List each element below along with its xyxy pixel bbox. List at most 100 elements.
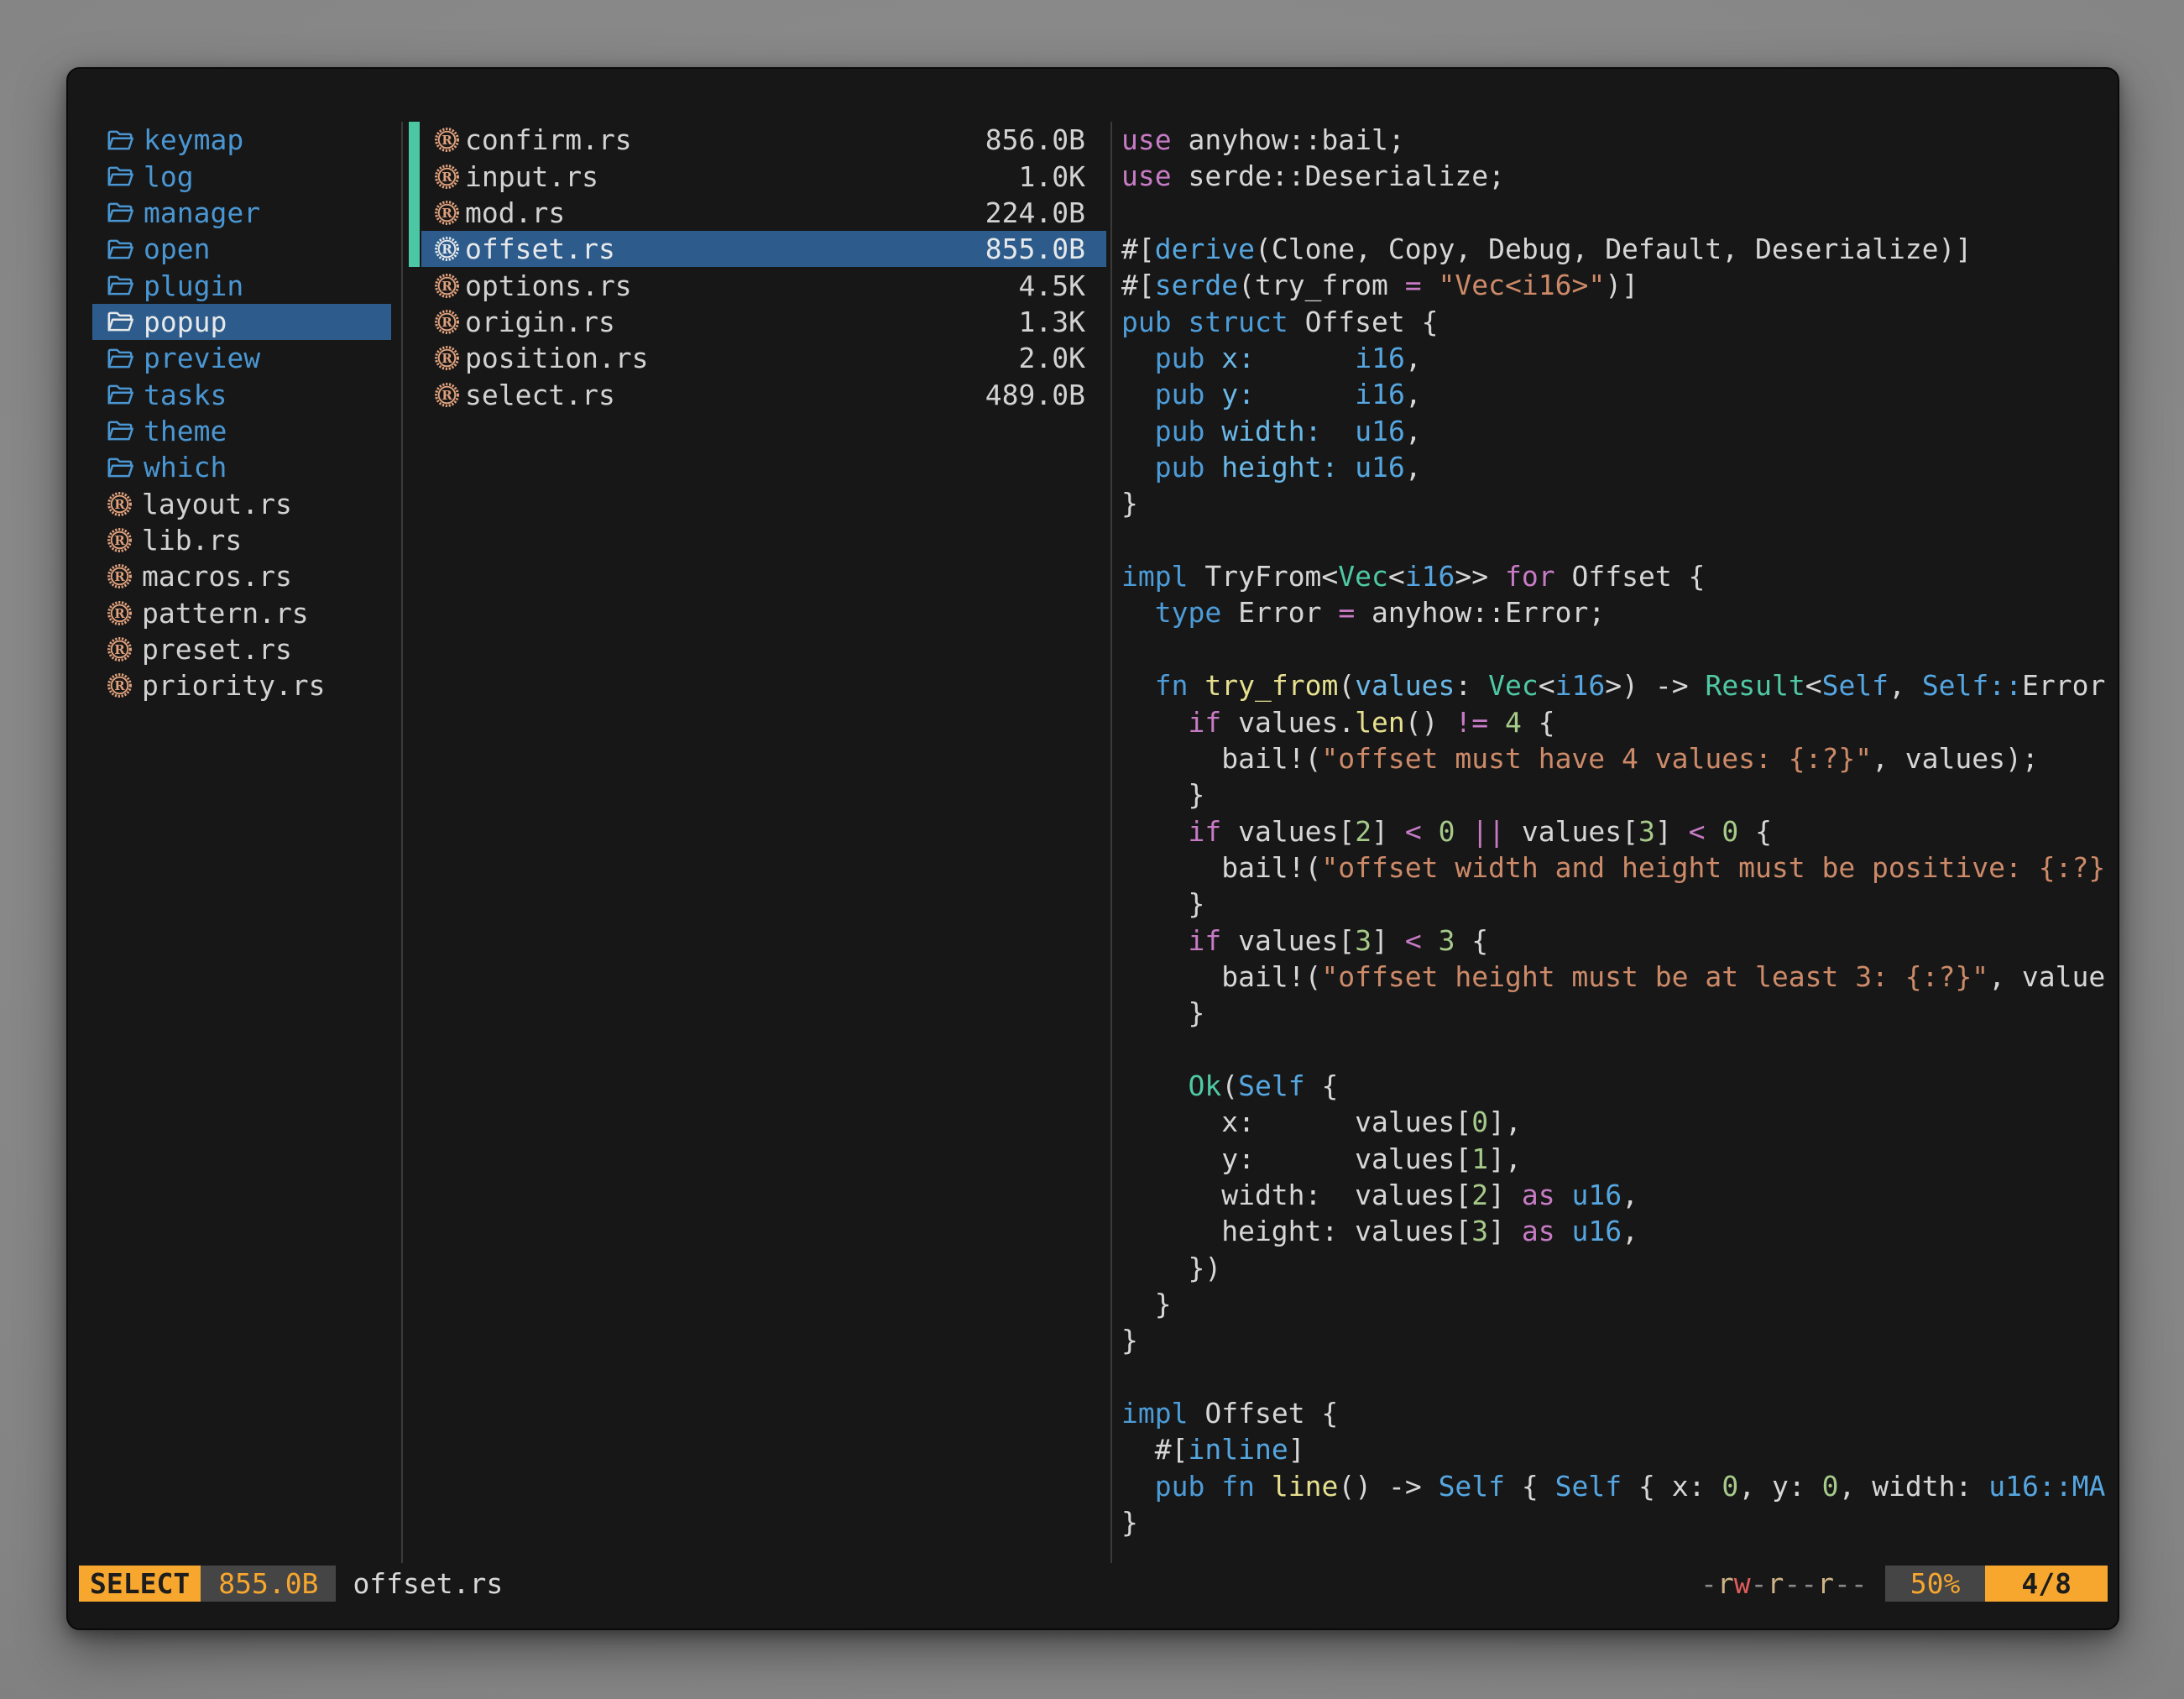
- sidebar-item-preset-rs[interactable]: Rpreset.rs: [92, 631, 391, 667]
- sidebar-item-layout-rs[interactable]: Rlayout.rs: [92, 485, 391, 521]
- code-token: [1706, 815, 1722, 848]
- code-line: [1121, 631, 2114, 667]
- folder-open-icon: [107, 418, 134, 443]
- code-line: [1121, 1032, 2114, 1068]
- sidebar-item-macros-rs[interactable]: Rmacros.rs: [92, 558, 391, 594]
- code-token: {: [1522, 706, 1555, 739]
- code-line: height: values[3] as u16,: [1121, 1213, 2114, 1249]
- rust-file-icon: R: [107, 527, 133, 553]
- code-token: [1121, 342, 1155, 374]
- file-item-offset-rs[interactable]: Roffset.rs855.0B: [421, 231, 1106, 267]
- sidebar-item-preview[interactable]: preview: [92, 340, 391, 376]
- code-line: }: [1121, 995, 2114, 1031]
- svg-text:R: R: [442, 351, 452, 366]
- sidebar-item-pattern-rs[interactable]: Rpattern.rs: [92, 594, 391, 630]
- code-token: y:: [1221, 378, 1255, 410]
- code-token: [1121, 596, 1155, 629]
- code-line: use anyhow::bail;: [1121, 122, 2114, 158]
- code-line: Ok(Self {: [1121, 1068, 2114, 1104]
- sidebar-item-open[interactable]: open: [92, 231, 391, 267]
- code-token: [1121, 924, 1188, 957]
- code-token: <: [1388, 560, 1405, 593]
- code-token: Self: [1555, 1470, 1622, 1503]
- code-token: =: [1405, 269, 1422, 301]
- rust-file-icon: R: [434, 200, 460, 226]
- code-token: ,: [1889, 669, 1922, 702]
- code-token: }: [1121, 1324, 1138, 1357]
- file-item-mod-rs[interactable]: Rmod.rs224.0B: [421, 195, 1106, 231]
- code-token: }: [1121, 887, 1204, 920]
- code-token: impl: [1121, 560, 1188, 593]
- sidebar-item-label: open: [144, 233, 210, 265]
- file-item-input-rs[interactable]: Rinput.rs1.0K: [421, 158, 1106, 194]
- code-token: ],: [1488, 1106, 1522, 1138]
- code-token: anyhow::Error;: [1355, 596, 1605, 629]
- sidebar-item-plugin[interactable]: plugin: [92, 267, 391, 303]
- code-token: "offset width and height must be positiv…: [1321, 851, 2105, 884]
- file-item-origin-rs[interactable]: Rorigin.rs1.3K: [421, 304, 1106, 340]
- file-name: offset.rs: [465, 233, 615, 265]
- code-token: [1422, 269, 1439, 301]
- file-item-confirm-rs[interactable]: Rconfirm.rs856.0B: [421, 122, 1106, 158]
- sidebar-item-popup[interactable]: popup: [92, 304, 391, 340]
- yazi-terminal-window: keymaplogmanageropenpluginpopuppreviewta…: [66, 67, 2119, 1630]
- code-token: [1255, 378, 1355, 410]
- file-permissions: -rw-r--r--: [1701, 1567, 1868, 1600]
- sidebar-item-label: popup: [144, 306, 227, 338]
- sidebar-item-label: preset.rs: [142, 633, 292, 666]
- sidebar-item-tasks[interactable]: tasks: [92, 376, 391, 412]
- code-token: >) ->: [1605, 669, 1705, 702]
- sidebar-item-theme[interactable]: theme: [92, 413, 391, 449]
- svg-text:R: R: [114, 642, 125, 657]
- code-token: bail!(: [1121, 742, 1321, 775]
- sidebar-item-label: which: [144, 451, 227, 484]
- code-line: }: [1121, 776, 2114, 813]
- code-token: fn: [1221, 1470, 1255, 1503]
- rust-file-icon: R: [434, 164, 460, 190]
- code-token: ,: [1405, 342, 1422, 374]
- code-token: pub: [1121, 306, 1172, 338]
- code-token: values: [1355, 669, 1455, 702]
- sidebar-item-label: tasks: [144, 379, 227, 411]
- sidebar-item-keymap[interactable]: keymap: [92, 122, 391, 158]
- sidebar-item-label: macros.rs: [142, 560, 292, 593]
- code-token: 4: [1505, 706, 1522, 739]
- code-token: {: [1305, 1069, 1339, 1102]
- code-token: [1189, 669, 1205, 702]
- sidebar-item-priority-rs[interactable]: Rpriority.rs: [92, 667, 391, 703]
- code-token: i16: [1355, 342, 1405, 374]
- code-token: 3: [1355, 924, 1372, 957]
- rust-file-icon: R: [107, 491, 133, 517]
- sidebar-item-manager[interactable]: manager: [92, 195, 391, 231]
- rust-file-icon: R: [107, 600, 133, 626]
- svg-text:R: R: [114, 678, 125, 693]
- status-right: -rw-r--r-- 50% 4/8: [1701, 1566, 2108, 1602]
- svg-text:R: R: [442, 278, 452, 293]
- code-token: [1121, 815, 1188, 848]
- permission-flag: r: [1768, 1567, 1784, 1600]
- code-token: ,: [1405, 451, 1422, 484]
- file-size: 1.3K: [1019, 306, 1085, 338]
- file-item-position-rs[interactable]: Rposition.rs2.0K: [421, 340, 1106, 376]
- code-token: }: [1121, 1506, 1138, 1539]
- folder-open-icon: [107, 455, 134, 480]
- code-token: [1555, 1215, 1572, 1247]
- sidebar-item-lib-rs[interactable]: Rlib.rs: [92, 522, 391, 558]
- code-line: bail!("offset must have 4 values: {:?}",…: [1121, 740, 2114, 776]
- code-token: pub: [1155, 378, 1205, 410]
- file-item-options-rs[interactable]: Roptions.rs4.5K: [421, 267, 1106, 303]
- code-token: use: [1121, 123, 1172, 156]
- svg-text:R: R: [442, 315, 452, 330]
- folder-open-icon: [107, 164, 134, 189]
- file-item-select-rs[interactable]: Rselect.rs489.0B: [421, 376, 1106, 412]
- code-token: 0: [1722, 1470, 1738, 1503]
- code-token: u16: [1355, 415, 1405, 447]
- code-token: [1255, 1470, 1272, 1503]
- sidebar-item-log[interactable]: log: [92, 158, 391, 194]
- code-line: }: [1121, 485, 2114, 521]
- file-pane-scrollbar[interactable]: [409, 122, 420, 267]
- code-token: [1121, 451, 1155, 484]
- code-line: pub height: u16,: [1121, 449, 2114, 485]
- sidebar-item-which[interactable]: which: [92, 449, 391, 485]
- file-name: select.rs: [465, 379, 615, 411]
